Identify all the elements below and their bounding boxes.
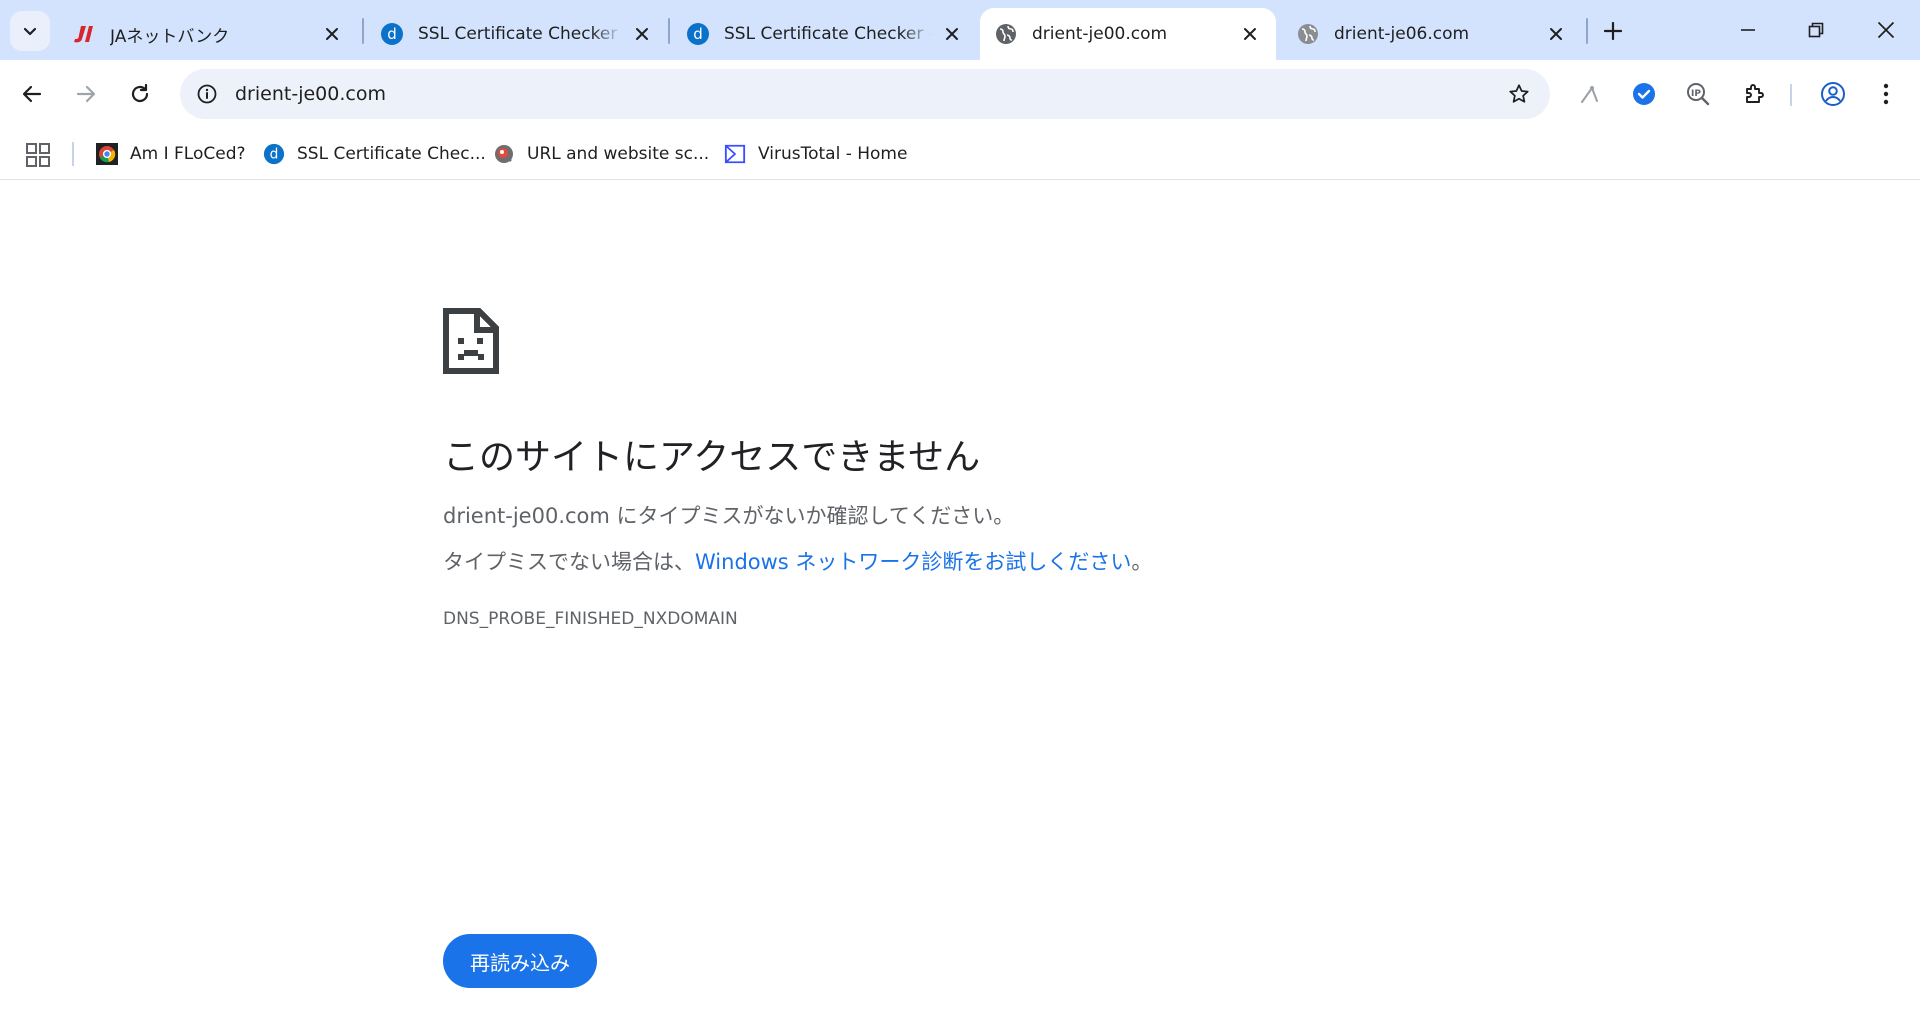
- tab-strip: JAネットバンク d SSL Certificate Checker - d S…: [0, 0, 1920, 60]
- tab-close-icon[interactable]: [1542, 20, 1570, 48]
- restore-button[interactable]: [1790, 10, 1842, 50]
- svg-text:IP: IP: [1691, 89, 1701, 99]
- virustotal-icon: [724, 143, 746, 165]
- ip-lookup-icon: IP: [1687, 83, 1710, 106]
- bookmark-label: SSL Certificate Chec...: [297, 144, 486, 164]
- toolbar-separator: [1790, 84, 1792, 106]
- bookmarks-bar: Am I FLoCed? d SSL Certificate Chec... U…: [0, 128, 1920, 180]
- svg-text:d: d: [387, 25, 397, 43]
- url-text[interactable]: drient-je00.com: [235, 69, 386, 119]
- tab-title: SSL Certificate Checker -: [418, 24, 622, 44]
- puzzle-icon: [1746, 84, 1764, 103]
- account-icon: [1821, 82, 1845, 106]
- site-info-button[interactable]: [188, 75, 226, 113]
- address-bar[interactable]: drient-je00.com: [180, 69, 1550, 119]
- d-circle-icon: d: [263, 143, 285, 165]
- sad-page-icon: [443, 308, 499, 374]
- chrome-logo-icon: [96, 143, 118, 165]
- new-tab-button[interactable]: [1596, 14, 1630, 48]
- toolbar: drient-je00.com IP: [0, 60, 1920, 128]
- bookmark-urlscan[interactable]: URL and website sc...: [493, 138, 709, 170]
- tab-title: drient-je06.com: [1334, 24, 1470, 44]
- extension-button-1[interactable]: [1570, 74, 1610, 114]
- bookmark-am-i-floced[interactable]: Am I FLoCed?: [96, 138, 246, 170]
- apps-grid-icon: [26, 143, 50, 167]
- globe-icon: [994, 22, 1018, 46]
- reload-button[interactable]: 再読み込み: [443, 934, 597, 988]
- svg-text:d: d: [270, 147, 279, 163]
- chrome-menu-button[interactable]: [1866, 74, 1906, 114]
- close-icon: [1877, 21, 1895, 39]
- d-circle-icon: d: [380, 22, 404, 46]
- reload-toolbar-button[interactable]: [120, 74, 160, 114]
- tab-separator: [362, 18, 364, 44]
- tab-title: SSL Certificate Checker -: [724, 24, 932, 44]
- plus-icon: [1604, 22, 1622, 40]
- bookmark-star-button[interactable]: [1500, 75, 1538, 113]
- tab-close-icon[interactable]: [1236, 20, 1264, 48]
- arrow-left-icon: [22, 85, 42, 103]
- bookmark-ssl-checker[interactable]: d SSL Certificate Chec...: [263, 138, 486, 170]
- reload-icon: [131, 83, 149, 103]
- tab-drient-je06[interactable]: drient-je06.com: [1282, 8, 1582, 60]
- bookmarks-separator: [72, 142, 74, 166]
- bookmark-label: URL and website sc...: [527, 144, 710, 164]
- minimize-icon: [1741, 29, 1755, 31]
- bookmark-label: VirusTotal - Home: [758, 144, 908, 164]
- more-vert-icon: [1883, 83, 1889, 105]
- tab-drient-je00[interactable]: drient-je00.com: [980, 8, 1276, 60]
- restore-icon: [1808, 22, 1824, 38]
- extension-button-2[interactable]: [1624, 74, 1664, 114]
- d-circle-icon: d: [686, 22, 710, 46]
- close-window-button[interactable]: [1860, 10, 1912, 50]
- error-typo-hint: drient-je00.com にタイプミスがないか確認してください。: [443, 504, 1015, 528]
- tab-separator: [668, 18, 670, 44]
- error-suggestion-prefix: タイプミスでない場合は、: [443, 550, 695, 574]
- tab-ssl-checker-1[interactable]: d SSL Certificate Checker -: [366, 8, 668, 60]
- tab-title: drient-je00.com: [1032, 24, 1168, 44]
- error-suggestion: タイプミスでない場合は、Windows ネットワーク診断をお試しください。: [443, 546, 1152, 576]
- cursor-tool-icon: [1581, 86, 1598, 103]
- globe-icon: [1296, 22, 1320, 46]
- tab-close-icon[interactable]: [938, 20, 966, 48]
- error-suggestion-suffix: 。: [1131, 550, 1153, 574]
- tab-ja-netbank[interactable]: JAネットバンク: [58, 8, 358, 60]
- ja-logo-icon: [72, 22, 96, 46]
- tab-title: JAネットバンク: [110, 26, 230, 47]
- urlscan-icon: [493, 143, 515, 165]
- bookmark-virustotal[interactable]: VirusTotal - Home: [724, 138, 907, 170]
- extension-button-3[interactable]: IP: [1678, 74, 1718, 114]
- svg-text:d: d: [693, 25, 703, 43]
- check-badge-icon: [1633, 83, 1655, 105]
- tab-ssl-checker-2[interactable]: d SSL Certificate Checker -: [672, 8, 978, 60]
- minimize-button[interactable]: [1722, 10, 1774, 50]
- bookmark-label: Am I FLoCed?: [130, 144, 246, 164]
- tab-separator: [1586, 18, 1588, 44]
- tab-close-icon[interactable]: [628, 20, 656, 48]
- tab-close-icon[interactable]: [318, 20, 346, 48]
- arrow-right-icon: [76, 85, 96, 103]
- tab-search-button[interactable]: [10, 11, 50, 51]
- error-code: DNS_PROBE_FINISHED_NXDOMAIN: [443, 609, 738, 629]
- profile-button[interactable]: [1813, 74, 1853, 114]
- extensions-menu-button[interactable]: [1734, 74, 1774, 114]
- star-icon: [1509, 84, 1529, 103]
- back-button[interactable]: [12, 74, 52, 114]
- network-diagnostics-link[interactable]: Windows ネットワーク診断をお試しください: [695, 550, 1131, 574]
- chevron-down-icon: [23, 27, 37, 36]
- apps-grid-button[interactable]: [24, 141, 52, 169]
- forward-button[interactable]: [66, 74, 106, 114]
- info-icon: [197, 84, 217, 104]
- error-heading: このサイトにアクセスできません: [443, 437, 981, 478]
